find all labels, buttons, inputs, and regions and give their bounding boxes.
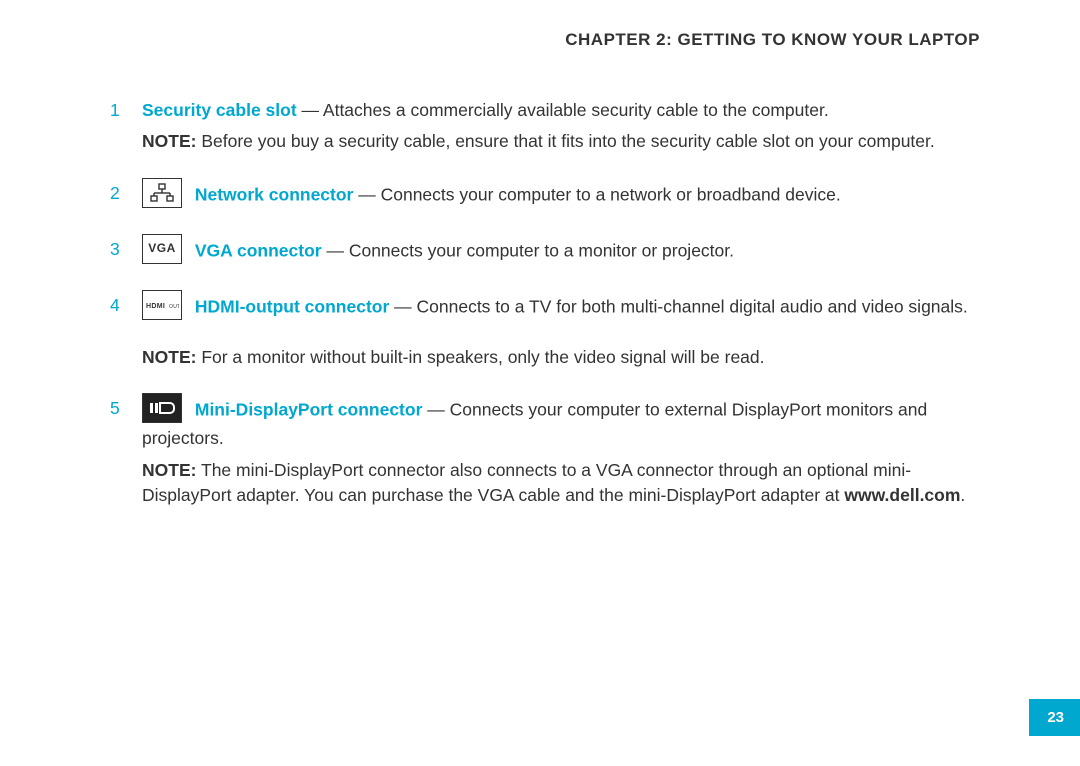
note-text: The mini-DisplayPort connector also conn…	[142, 460, 911, 505]
item-content: VGA VGA connector — Connects your comput…	[142, 237, 734, 267]
item-description: — Connects your computer to a network or…	[353, 184, 840, 204]
vga-icon: VGA	[142, 234, 182, 264]
note-block: NOTE: The mini-DisplayPort connector als…	[142, 458, 980, 509]
list-item: 3 VGA VGA connector — Connects your comp…	[110, 237, 980, 267]
item-description: — Attaches a commercially available secu…	[297, 100, 829, 120]
list-item: 4 HDMI OUT HDMI-output connector — Conne…	[110, 293, 980, 370]
svg-text:OUT: OUT	[169, 304, 179, 310]
item-number: 2	[110, 181, 142, 211]
term-network-connector: Network connector	[190, 184, 353, 204]
note-block: NOTE: Before you buy a security cable, e…	[142, 129, 935, 154]
note-url: www.dell.com	[844, 485, 960, 505]
note-label: NOTE:	[142, 131, 196, 151]
item-content: Security cable slot — Attaches a commerc…	[142, 98, 935, 155]
note-label: NOTE:	[142, 460, 196, 480]
term-vga-connector: VGA connector	[190, 240, 322, 260]
note-block: NOTE: For a monitor without built-in spe…	[142, 345, 968, 370]
item-content: HDMI OUT HDMI-output connector — Connect…	[142, 293, 968, 370]
item-content: Network connector — Connects your comput…	[142, 181, 841, 211]
item-content: Mini-DisplayPort connector — Connects yo…	[142, 396, 980, 508]
item-description: — Connects your computer to a monitor or…	[322, 240, 734, 260]
mini-displayport-icon	[142, 393, 182, 423]
chapter-header: CHAPTER 2: GETTING TO KNOW YOUR LAPTOP	[110, 30, 980, 50]
page-number: 23	[1029, 699, 1080, 736]
item-number: 3	[110, 237, 142, 267]
term-hdmi-output-connector: HDMI-output connector	[190, 296, 389, 316]
term-mini-displayport-connector: Mini-DisplayPort connector	[190, 400, 422, 420]
note-text: For a monitor without built-in speakers,…	[196, 347, 764, 367]
network-icon	[142, 178, 182, 208]
document-page: CHAPTER 2: GETTING TO KNOW YOUR LAPTOP 1…	[0, 0, 1080, 508]
note-label: NOTE:	[142, 347, 196, 367]
item-number: 4	[110, 293, 142, 370]
term-security-cable-slot: Security cable slot	[142, 100, 297, 120]
note-text: Before you buy a security cable, ensure …	[196, 131, 934, 151]
item-number: 5	[110, 396, 142, 508]
item-number: 1	[110, 98, 142, 155]
list-item: 5 Mini-DisplayPort connector — Connects …	[110, 396, 980, 508]
svg-text:HDMI: HDMI	[146, 303, 165, 310]
list-item: 1 Security cable slot — Attaches a comme…	[110, 98, 980, 155]
hdmi-out-icon: HDMI OUT	[142, 290, 182, 320]
item-description: — Connects to a TV for both multi-channe…	[389, 296, 967, 316]
list-item: 2 Network connector — Connects your comp…	[110, 181, 980, 211]
note-text-end: .	[960, 485, 965, 505]
